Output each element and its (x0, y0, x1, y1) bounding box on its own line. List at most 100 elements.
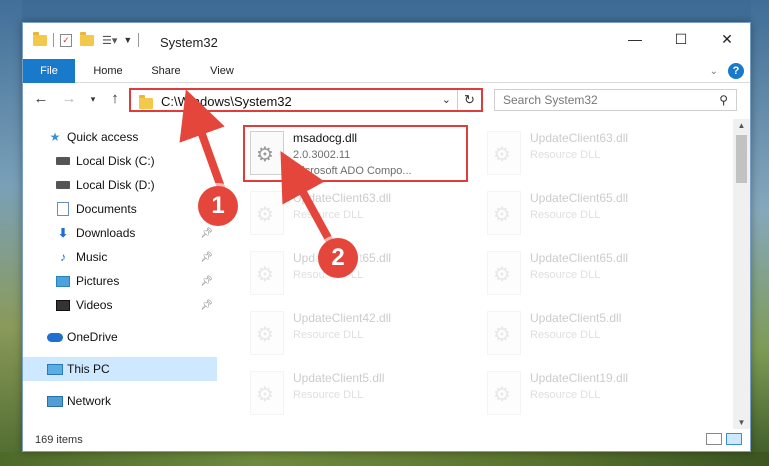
folder-icon (33, 31, 47, 46)
customize-toolbar-dropdown-icon[interactable]: ▼ (123, 35, 132, 45)
step-badge-2: 2 (318, 238, 358, 278)
drive-icon (55, 154, 71, 168)
pin-icon[interactable]: 📌︎ (200, 252, 213, 263)
view-toggle (706, 433, 742, 445)
file-item[interactable]: UpdateClient63.dll Resource DLL (242, 185, 472, 243)
dll-gear-file-icon (487, 311, 521, 355)
file-highlight-box (243, 125, 468, 182)
file-name: UpdateClient5.dll (530, 311, 622, 325)
navigation-pane: ★ Quick access Local Disk (C:) Local Dis… (23, 119, 217, 419)
desktop-background-right (751, 0, 769, 466)
folder-icon (139, 95, 153, 109)
sidebar-item-label: Local Disk (C:) (76, 154, 155, 168)
sidebar-item-local-disk-d[interactable]: Local Disk (D:) (23, 173, 217, 197)
file-item[interactable]: UpdateClient63.dll Resource DLL (479, 125, 709, 183)
refresh-icon[interactable]: ↻ (457, 90, 481, 110)
file-description: Resource DLL (530, 389, 601, 401)
address-path[interactable]: C:\Windows\System32 (161, 94, 292, 109)
navigation-bar: ← → ▾ ↑ C:\Windows\System32 ⌄ ↻ ⚲ (23, 85, 750, 115)
sidebar-item-label: Local Disk (D:) (76, 178, 155, 192)
dll-gear-file-icon (487, 251, 521, 295)
file-item[interactable]: UpdateClient42.dll Resource DLL (242, 305, 472, 363)
forward-arrow-icon[interactable]: → (59, 90, 79, 107)
video-film-icon (55, 298, 71, 312)
sidebar-item-documents[interactable]: Documents (23, 197, 217, 221)
download-arrow-icon: ⬇ (57, 226, 69, 240)
tab-home[interactable]: Home (83, 59, 133, 83)
up-arrow-icon[interactable]: ↑ (105, 90, 125, 107)
sidebar-item-videos[interactable]: Videos 📌︎ (23, 293, 217, 317)
file-description: Resource DLL (293, 209, 364, 221)
sidebar-item-label: Videos (76, 298, 113, 312)
file-item[interactable]: UpdateClient19.dll Resource DLL (479, 365, 709, 423)
network-icon (47, 394, 63, 408)
scroll-down-icon[interactable]: ▼ (733, 418, 750, 427)
sidebar-item-network[interactable]: Network (23, 389, 217, 413)
sidebar-item-music[interactable]: ♪ Music 📌︎ (23, 245, 217, 269)
file-description: Resource DLL (530, 269, 601, 281)
ribbon-controls: ⌄ ? (710, 63, 744, 79)
file-name: UpdateClient42.dll (293, 311, 392, 325)
address-bar[interactable]: C:\Windows\System32 ⌄ ↻ (129, 88, 483, 112)
file-item[interactable]: UpdateClient5.dll Resource DLL (479, 305, 709, 363)
expand-ribbon-chevron-icon[interactable]: ⌄ (710, 66, 718, 77)
quick-access-toolbar: ✓ ☰▾ ▼ (33, 31, 145, 47)
pin-icon[interactable]: 📌︎ (200, 276, 213, 287)
file-name: UpdateClient63.dll (530, 131, 629, 145)
maximize-button[interactable]: ☐ (658, 23, 704, 55)
sidebar-item-onedrive[interactable]: OneDrive (23, 325, 217, 349)
dll-gear-file-icon (250, 371, 284, 415)
sidebar-item-this-pc[interactable]: This PC (23, 357, 217, 381)
back-arrow-icon[interactable]: ← (31, 90, 51, 107)
vertical-scrollbar[interactable]: ▲ ▼ (733, 119, 750, 429)
sidebar-item-label: Downloads (76, 226, 136, 240)
sidebar-item-label: Pictures (76, 274, 120, 288)
help-icon[interactable]: ? (728, 63, 744, 79)
file-name: UpdateClient63.dll (293, 191, 392, 205)
sidebar-item-label: Quick access (67, 130, 139, 144)
file-item[interactable]: UpdateClient5.dll Resource DLL (242, 365, 472, 423)
recent-locations-chevron-icon[interactable]: ▾ (83, 94, 103, 105)
address-dropdown-icon[interactable]: ⌄ (442, 93, 451, 106)
details-view-icon[interactable] (706, 433, 722, 445)
customize-icon[interactable]: ☰▾ (102, 34, 117, 47)
minimize-button[interactable]: — (612, 23, 658, 55)
sidebar-item-downloads[interactable]: ⬇ Downloads 📌︎ (23, 221, 217, 245)
pin-icon[interactable]: 📌︎ (200, 300, 213, 311)
step-badge-1: 1 (198, 186, 238, 226)
divider (138, 33, 140, 47)
tab-view[interactable]: View (199, 59, 245, 83)
dll-gear-file-icon (487, 191, 521, 235)
item-count: 169 items (35, 434, 83, 446)
scroll-up-icon[interactable]: ▲ (733, 121, 750, 130)
new-folder-icon[interactable] (80, 31, 94, 46)
star-icon: ★ (49, 130, 61, 144)
sidebar-item-label: This PC (67, 362, 110, 376)
pin-icon[interactable]: 📌︎ (200, 228, 213, 239)
title-bar: ✓ ☰▾ ▼ System32 — ☐ ✕ (23, 23, 750, 59)
status-bar: 169 items (23, 429, 750, 451)
dll-gear-file-icon (250, 191, 284, 235)
file-explorer-window: ✓ ☰▾ ▼ System32 — ☐ ✕ File Home Share Vi… (22, 22, 751, 452)
file-item[interactable]: UpdateClient65.dll Resource DLL (479, 185, 709, 243)
properties-icon[interactable]: ✓ (60, 33, 72, 47)
search-icon[interactable]: ⚲ (719, 93, 728, 107)
tab-file[interactable]: File (23, 59, 75, 83)
pictures-icon (55, 274, 71, 288)
search-box[interactable]: ⚲ (494, 89, 737, 111)
dll-gear-file-icon (250, 311, 284, 355)
sidebar-item-quick-access[interactable]: ★ Quick access (23, 125, 217, 149)
dll-gear-file-icon (250, 251, 284, 295)
sidebar-item-local-disk-c[interactable]: Local Disk (C:) (23, 149, 217, 173)
scrollbar-thumb[interactable] (736, 135, 747, 183)
tab-share[interactable]: Share (141, 59, 191, 83)
search-input[interactable] (503, 93, 703, 107)
file-name: UpdateClient5.dll (293, 371, 385, 385)
close-button[interactable]: ✕ (704, 23, 750, 55)
large-icons-view-icon[interactable] (726, 433, 742, 445)
sidebar-item-pictures[interactable]: Pictures 📌︎ (23, 269, 217, 293)
window-title: System32 (160, 35, 218, 50)
sidebar-item-label: Network (67, 394, 112, 408)
drive-icon (55, 178, 71, 192)
file-item[interactable]: UpdateClient65.dll Resource DLL (479, 245, 709, 303)
